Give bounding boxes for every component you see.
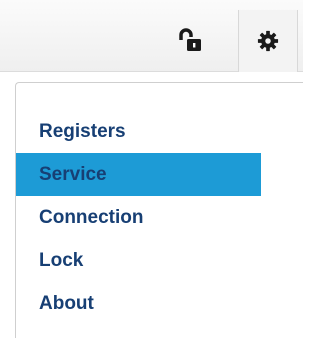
menu-item-lock[interactable]: Lock <box>16 239 261 282</box>
unlocked-padlock-icon <box>179 28 201 51</box>
menu-item-registers[interactable]: Registers <box>16 110 261 153</box>
menu-item-connection[interactable]: Connection <box>16 196 261 239</box>
settings-dropdown-menu: Registers Service Connection Lock About <box>15 82 303 338</box>
menu-item-service[interactable]: Service <box>16 153 261 196</box>
menu-item-about[interactable]: About <box>16 282 261 325</box>
gear-icon <box>257 30 279 52</box>
lock-button[interactable] <box>168 18 212 62</box>
settings-button[interactable] <box>238 10 298 72</box>
top-toolbar <box>0 0 303 72</box>
